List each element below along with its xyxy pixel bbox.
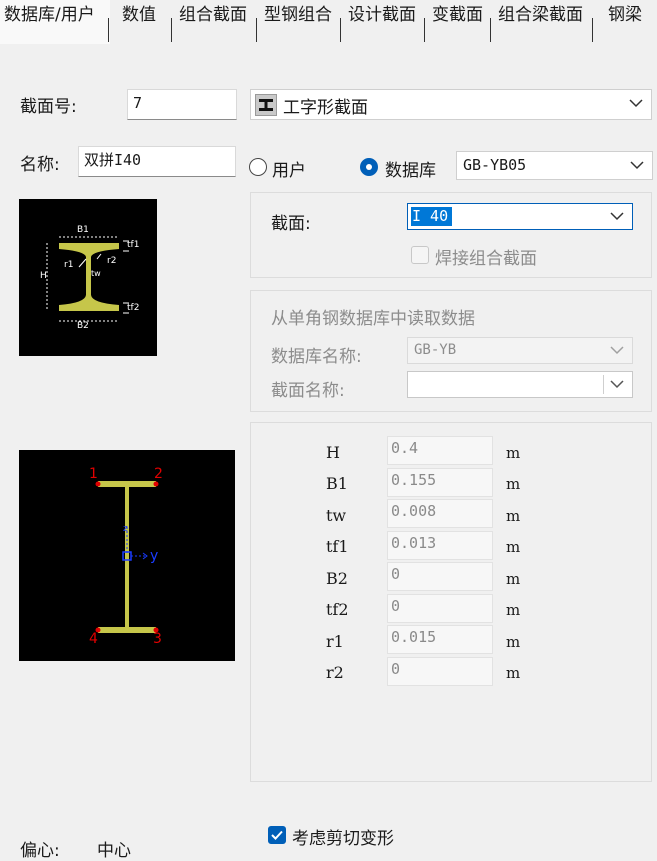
schematic-r1-label: r1 (64, 260, 74, 270)
section-name-combo[interactable] (407, 371, 633, 398)
tab-separator (592, 18, 593, 42)
tab-separator (108, 18, 109, 42)
param-name-r1: r1 (326, 632, 344, 651)
axis-z-label: z (123, 524, 128, 534)
tab-bar: 数据库/用户 数值 组合截面 型钢组合 设计截面 变截面 组合梁截面 钢梁 (0, 0, 657, 44)
name-input[interactable]: 双拼I40 (78, 146, 236, 177)
tab-values[interactable]: 数值 (118, 0, 156, 44)
section-combo-value: I 40 (411, 207, 453, 226)
param-name-h: H (326, 443, 340, 462)
database-radio[interactable] (360, 158, 378, 176)
param-value-tf2[interactable]: 0 (387, 594, 493, 623)
name-label: 名称: (20, 155, 60, 175)
database-combo-value: GB-YB05 (463, 156, 527, 174)
parameters-group: H 0.4 m B1 0.155 m tw 0.008 m tf1 0.013 … (250, 422, 652, 782)
param-unit-tf1: m (506, 538, 521, 556)
user-radio[interactable] (249, 158, 267, 176)
tab-design-section[interactable]: 设计截面 (344, 0, 416, 44)
schematic-b2-label: B2 (77, 321, 89, 331)
welded-checkbox[interactable] (411, 246, 429, 264)
param-name-b1: B1 (326, 474, 348, 493)
angle-database-title: 从单角钢数据库中读取数据 (271, 309, 475, 329)
axis-y-label: y (150, 548, 159, 564)
tab-separator (256, 18, 257, 42)
tab-database-user[interactable]: 数据库/用户 (0, 0, 110, 44)
user-radio-label[interactable]: 用户 (272, 156, 306, 181)
param-unit-r1: m (506, 633, 521, 651)
database-name-value: GB-YB (414, 342, 457, 358)
param-value-tf1[interactable]: 0.013 (387, 531, 493, 560)
param-unit-tf2: m (506, 601, 521, 619)
schematic-b1-label: B1 (77, 225, 89, 235)
schematic-tf1-label: tf1 (127, 240, 140, 250)
section-preview: 1 2 3 4 y z (19, 450, 235, 661)
param-value-r2[interactable]: 0 (387, 657, 493, 686)
section-combo[interactable]: I 40 (407, 203, 633, 230)
point-label-1: 1 (89, 466, 98, 482)
section-schematic: B1 B2 H tf1 tf2 tw r1 r2 (19, 199, 157, 356)
section-label: 截面: (271, 214, 311, 234)
tab-separator (424, 18, 425, 42)
point-label-4: 4 (89, 631, 98, 647)
param-unit-h: m (506, 444, 521, 462)
schematic-r2-label: r2 (107, 256, 117, 266)
chevron-down-icon (610, 212, 624, 221)
tab-separator (340, 18, 341, 42)
param-value-h[interactable]: 0.4 (387, 436, 493, 465)
point-label-2: 2 (154, 466, 163, 482)
param-value-b1[interactable]: 0.155 (387, 468, 493, 497)
welded-checkbox-label[interactable]: 焊接组合截面 (435, 244, 537, 269)
chevron-down-icon (610, 380, 624, 389)
i-beam-icon (255, 94, 277, 116)
param-value-b2[interactable]: 0 (387, 562, 493, 591)
param-value-tw[interactable]: 0.008 (387, 499, 493, 528)
point-label-3: 3 (153, 631, 162, 647)
param-value-r1[interactable]: 0.015 (387, 625, 493, 654)
database-combo[interactable]: GB-YB05 (456, 151, 653, 180)
offset-label: 偏心: (20, 841, 60, 861)
database-radio-label[interactable]: 数据库 (385, 156, 436, 181)
section-group: 截面: I 40 焊接组合截面 (250, 192, 652, 278)
param-unit-tw: m (506, 507, 521, 525)
section-no-label: 截面号: (20, 97, 77, 117)
schematic-tf2-label: tf2 (127, 303, 140, 313)
tab-variable-section[interactable]: 变截面 (428, 0, 483, 44)
param-unit-b1: m (506, 475, 521, 493)
section-no-input[interactable]: 7 (127, 89, 237, 120)
database-name-combo[interactable]: GB-YB (407, 337, 633, 364)
param-name-tf1: tf1 (326, 537, 349, 556)
tab-steel-composite[interactable]: 型钢组合 (260, 0, 332, 44)
tab-composite-beam[interactable]: 组合梁截面 (494, 0, 583, 44)
param-unit-r2: m (506, 664, 521, 682)
section-name-label: 截面名称: (271, 381, 345, 401)
schematic-tw-label: tw (91, 269, 101, 278)
section-shape-value: 工字形截面 (283, 98, 368, 118)
angle-database-group: 从单角钢数据库中读取数据 数据库名称: GB-YB 截面名称: (250, 290, 652, 412)
offset-value[interactable]: 中心 (97, 836, 131, 861)
combo-divider (603, 375, 604, 394)
tab-separator (490, 18, 491, 42)
param-name-tf2: tf2 (326, 600, 349, 619)
database-name-label: 数据库名称: (271, 347, 362, 367)
param-name-r2: r2 (326, 663, 344, 682)
shear-deformation-checkbox[interactable] (268, 826, 286, 844)
shear-deformation-label[interactable]: 考虑剪切变形 (292, 824, 394, 849)
schematic-h-label: H (40, 271, 47, 281)
checkmark-icon (271, 830, 283, 840)
param-name-tw: tw (326, 506, 347, 525)
param-unit-b2: m (506, 570, 521, 588)
chevron-down-icon (629, 99, 643, 108)
tab-steel-beam[interactable]: 钢梁 (604, 0, 642, 44)
tab-composite-section[interactable]: 组合截面 (175, 0, 247, 44)
chevron-down-icon (610, 346, 624, 355)
param-name-b2: B2 (326, 569, 348, 588)
tab-separator (171, 18, 172, 42)
section-shape-combo[interactable]: 工字形截面 (250, 89, 652, 120)
chevron-down-icon (630, 161, 644, 170)
